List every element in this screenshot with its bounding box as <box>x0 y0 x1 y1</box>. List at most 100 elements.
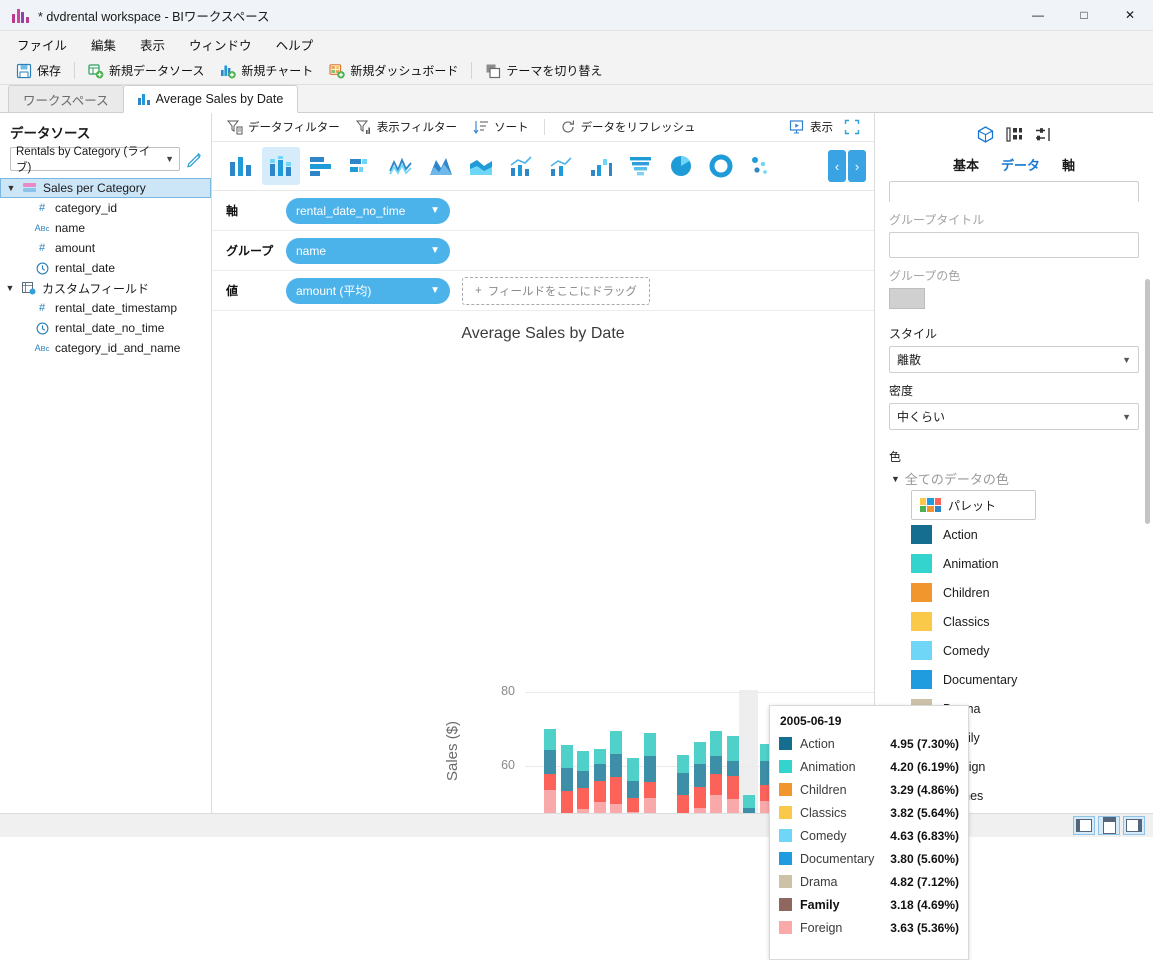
color-swatch[interactable] <box>911 554 932 573</box>
chart-bar-segment[interactable] <box>710 774 722 794</box>
cube-icon[interactable] <box>977 126 994 143</box>
chart-bar-segment[interactable] <box>561 768 573 791</box>
chart-bar-segment[interactable] <box>677 795 689 813</box>
toolbar-switch-theme[interactable]: テーマを切り替え <box>477 59 610 82</box>
chart-bar-segment[interactable] <box>694 787 706 808</box>
chart-bar-segment[interactable] <box>710 731 722 756</box>
settings-sliders-icon[interactable] <box>1035 126 1052 143</box>
palette-button[interactable]: パレット <box>911 490 1036 520</box>
tree-node-rental-date-timestamp[interactable]: # rental_date_timestamp <box>0 298 211 318</box>
color-swatch[interactable] <box>911 583 932 602</box>
chart-bar-segment[interactable] <box>727 736 739 760</box>
toolbar-new-dashboard[interactable]: 新規ダッシュボード <box>321 59 466 82</box>
status-toggle-left-panel[interactable] <box>1073 816 1095 835</box>
toolbar-new-datasource[interactable]: 新規データソース <box>80 59 212 82</box>
chart-bar[interactable] <box>544 729 556 813</box>
color-assignment-row[interactable]: Action <box>911 520 1139 549</box>
color-assignment-row[interactable]: Documentary <box>911 665 1139 694</box>
status-toggle-bottom-panel[interactable] <box>1098 816 1120 835</box>
tree-node-rental-date-no-time[interactable]: rental_date_no_time <box>0 318 211 338</box>
tree-node-name[interactable]: ABc name <box>0 218 211 238</box>
tab-workspace[interactable]: ワークスペース <box>8 85 124 112</box>
menu-help[interactable]: ヘルプ <box>265 32 325 57</box>
chart-bar-segment[interactable] <box>644 733 656 757</box>
chart-type-column[interactable] <box>222 147 260 185</box>
chart-type-bar[interactable] <box>302 147 340 185</box>
fullscreen-icon[interactable] <box>844 119 860 135</box>
chart-bar-segment[interactable] <box>594 802 606 813</box>
view-filter-button[interactable]: 表示フィルター <box>349 116 464 138</box>
chart-bar[interactable] <box>561 745 573 813</box>
chevron-down-icon[interactable]: ▼ <box>430 205 440 216</box>
toolbar-new-chart[interactable]: 新規チャート <box>212 59 321 82</box>
all-data-colors-group[interactable]: ▼ 全てのデータの色 <box>891 469 1139 488</box>
chart-type-line[interactable] <box>382 147 420 185</box>
chart-bar-segment[interactable] <box>610 777 622 803</box>
chart-bar-segment[interactable] <box>544 729 556 751</box>
shelf-axis-pill[interactable]: rental_date_no_time ▼ <box>286 198 450 224</box>
chart-bar-segment[interactable] <box>644 756 656 782</box>
chart-bar-segment[interactable] <box>561 791 573 813</box>
tree-node-amount[interactable]: # amount <box>0 238 211 258</box>
properties-scrollbar-upper[interactable] <box>1145 279 1150 524</box>
present-button[interactable]: 表示 <box>782 116 840 138</box>
color-swatch[interactable] <box>911 525 932 544</box>
tab-average-sales-by-date[interactable]: Average Sales by Date <box>123 85 299 113</box>
chevron-down-icon[interactable]: ▼ <box>430 285 440 296</box>
chart-bar-segment[interactable] <box>694 742 706 764</box>
chart-type-donut[interactable] <box>702 147 740 185</box>
chart-bar-segment[interactable] <box>544 750 556 773</box>
chart-bar-segment[interactable] <box>627 812 639 813</box>
chart-bar-segment[interactable] <box>644 782 656 798</box>
tree-node-sales-per-category[interactable]: ▼ Sales per Category <box>0 178 211 198</box>
color-assignment-row[interactable]: Children <box>911 578 1139 607</box>
chart-bar-segment[interactable] <box>594 781 606 802</box>
sort-button[interactable]: ソート <box>466 116 536 138</box>
close-button[interactable]: ✕ <box>1107 0 1153 30</box>
maximize-button[interactable]: □ <box>1061 0 1107 30</box>
chart-bar-segment[interactable] <box>677 773 689 795</box>
group-title-input[interactable] <box>889 232 1139 258</box>
color-swatch[interactable] <box>911 612 932 631</box>
minimize-button[interactable]: — <box>1015 0 1061 30</box>
field-dropzone[interactable]: + フィールドをここにドラッグ <box>462 277 650 305</box>
layout-icon[interactable] <box>1006 126 1023 143</box>
chart-type-stacked-column[interactable] <box>262 147 300 185</box>
chart-bar[interactable] <box>594 749 606 813</box>
chart-bar-segment[interactable] <box>577 751 589 771</box>
color-assignment-row[interactable]: Comedy <box>911 636 1139 665</box>
chart-bar-segment[interactable] <box>594 764 606 781</box>
chart-bar-segment[interactable] <box>644 798 656 813</box>
tree-node-category-id[interactable]: # category_id <box>0 198 211 218</box>
color-swatch[interactable] <box>911 641 932 660</box>
shelf-group-pill[interactable]: name ▼ <box>286 238 450 264</box>
rp-tab-basic[interactable]: 基本 <box>953 155 979 174</box>
status-toggle-right-panel[interactable] <box>1123 816 1145 835</box>
chart-type-scatter[interactable] <box>742 147 780 185</box>
chart-type-funnel[interactable] <box>622 147 660 185</box>
rp-tab-axis[interactable]: 軸 <box>1062 155 1075 174</box>
chart-bar-segment[interactable] <box>727 799 739 813</box>
color-assignment-row[interactable]: Animation <box>911 549 1139 578</box>
chart-bar-segment[interactable] <box>627 758 639 781</box>
rp-tab-data[interactable]: データ <box>1001 155 1040 174</box>
chart-bar-segment[interactable] <box>727 761 739 777</box>
chevron-down-icon[interactable]: ▼ <box>4 283 16 293</box>
menu-window[interactable]: ウィンドウ <box>178 32 263 57</box>
chart-bar-segment[interactable] <box>610 754 622 777</box>
refresh-data-button[interactable]: データをリフレッシュ <box>553 116 703 138</box>
chart-type-pie[interactable] <box>662 147 700 185</box>
menu-file[interactable]: ファイル <box>6 32 78 57</box>
chart-bar-segment[interactable] <box>743 795 755 808</box>
chart-bar-segment[interactable] <box>727 776 739 799</box>
chart-bar-segment[interactable] <box>677 755 689 774</box>
chart-bar-segment[interactable] <box>594 749 606 764</box>
chart-bar-segment[interactable] <box>544 774 556 790</box>
chart-bar[interactable] <box>727 736 739 813</box>
chart-type-next-button[interactable]: › <box>848 150 866 182</box>
menu-view[interactable]: 表示 <box>129 32 176 57</box>
chart-bar-segment[interactable] <box>610 731 622 754</box>
chart-bar[interactable] <box>710 731 722 813</box>
style-select[interactable]: 離散 ▼ <box>889 346 1139 373</box>
chart-type-combo-line[interactable] <box>542 147 580 185</box>
